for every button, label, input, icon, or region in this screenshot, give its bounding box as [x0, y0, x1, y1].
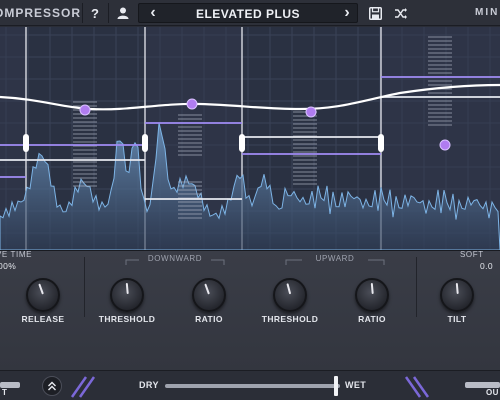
soft-top-label: SOFT	[460, 250, 484, 259]
randomize-button[interactable]	[392, 4, 410, 22]
knob-indicator	[38, 283, 44, 295]
release-top-label: VE TIME	[0, 250, 33, 259]
prev-preset-button[interactable]: ‹	[146, 4, 160, 22]
divider	[416, 257, 417, 317]
decor-stripe	[404, 376, 430, 398]
collapse-button[interactable]	[42, 376, 62, 396]
knob-indicator	[455, 282, 459, 295]
spectrum-graph	[0, 27, 500, 250]
help-button[interactable]: ?	[88, 4, 102, 22]
band-node	[439, 139, 451, 151]
split-handle	[239, 134, 245, 152]
downward-ratio-knob[interactable]	[192, 278, 226, 312]
mini-view-button[interactable]: MIN	[475, 7, 499, 18]
band-node	[79, 104, 91, 116]
spectrum-display[interactable]	[0, 27, 500, 250]
user-button[interactable]	[114, 4, 132, 22]
next-preset-button[interactable]: ›	[340, 4, 354, 22]
bottom-bar: T DRY WET OU	[0, 370, 500, 400]
knob-indicator	[286, 283, 292, 295]
user-icon	[117, 7, 129, 19]
band-node	[305, 106, 317, 118]
dry-label: DRY	[139, 380, 159, 390]
divider	[108, 3, 109, 23]
control-panel: VE TIME 00% RELEASE DOWNWARD THRESHOLD R…	[0, 250, 500, 370]
split-handle	[378, 134, 384, 152]
save-icon	[368, 6, 382, 20]
upward-ratio-label: RATIO	[358, 314, 386, 324]
decor-stripe	[70, 376, 96, 398]
wet-label: WET	[345, 380, 367, 390]
downward-threshold-knob[interactable]	[110, 278, 144, 312]
release-knob[interactable]	[26, 278, 60, 312]
output-label: OU	[486, 388, 499, 397]
release-label: RELEASE	[21, 314, 65, 324]
dry-wet-slider[interactable]	[165, 384, 340, 388]
chevron-left-icon: ‹	[150, 4, 156, 21]
group-bracket	[285, 259, 385, 265]
preset-name: ELEVATED PLUS	[195, 7, 301, 21]
input-label: T	[2, 388, 8, 397]
knob-indicator	[125, 282, 129, 295]
shuffle-icon	[395, 7, 407, 19]
dry-wet-handle[interactable]	[334, 376, 338, 396]
divider	[82, 3, 83, 23]
divider	[84, 257, 85, 317]
band-node	[186, 98, 198, 110]
chevron-right-icon: ›	[344, 4, 350, 21]
downward-threshold-label: THRESHOLD	[98, 314, 156, 324]
upward-ratio-knob[interactable]	[355, 278, 389, 312]
tilt-top-value[interactable]: 0.0	[480, 261, 500, 271]
tilt-knob[interactable]	[440, 278, 474, 312]
upward-threshold-knob[interactable]	[273, 278, 307, 312]
knob-indicator	[370, 282, 374, 295]
split-handle	[142, 134, 148, 152]
downward-ratio-label: RATIO	[195, 314, 223, 324]
plugin-title: OMPRESSOR	[0, 6, 82, 20]
top-bar: OMPRESSOR ? ELEVATED PLUS ‹ › MIN	[0, 0, 500, 26]
save-button[interactable]	[366, 4, 384, 22]
tilt-label: TILT	[447, 314, 467, 324]
split-handle	[23, 134, 29, 152]
group-bracket	[125, 259, 225, 265]
knob-indicator	[204, 283, 210, 295]
chevron-double-up-icon	[48, 381, 56, 391]
preset-selector[interactable]: ELEVATED PLUS	[138, 3, 358, 23]
release-top-value[interactable]: 00%	[0, 261, 28, 271]
upward-threshold-label: THRESHOLD	[261, 314, 319, 324]
